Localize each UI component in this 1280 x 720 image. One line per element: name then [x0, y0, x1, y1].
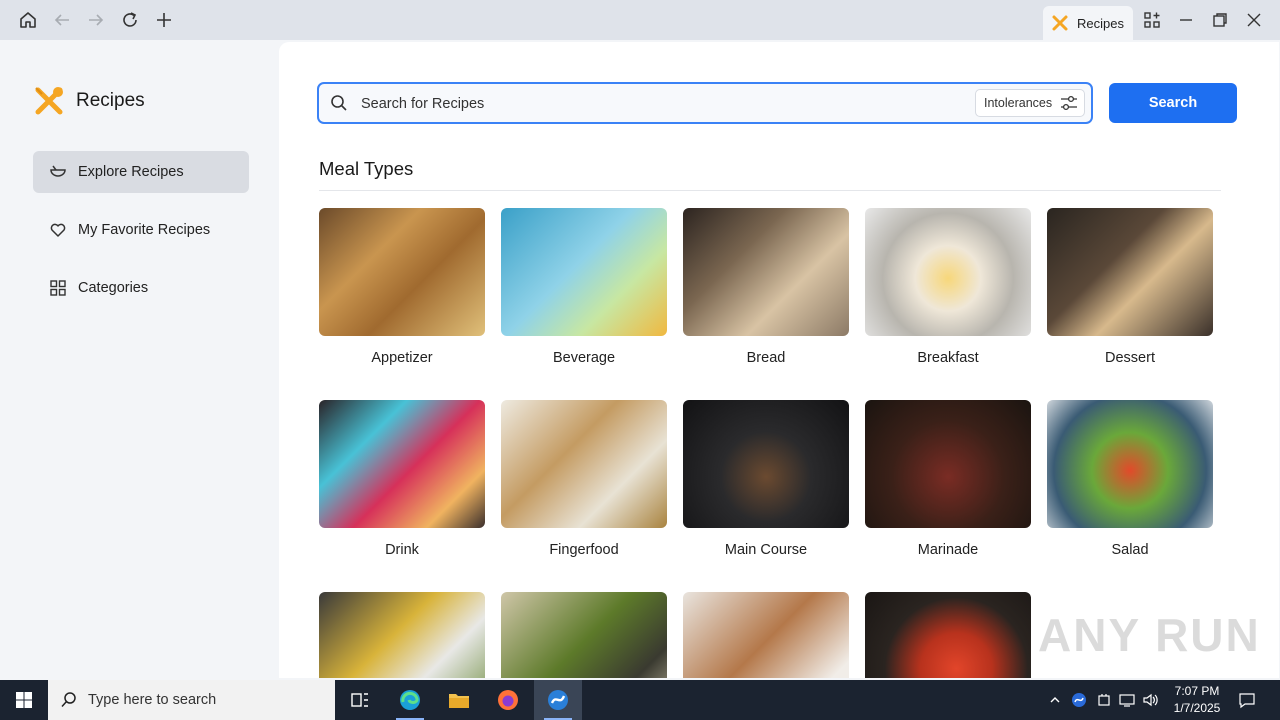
taskbar: Type here to search 7:07 PM 1/7/2025	[0, 680, 1280, 720]
meal-type-card-marinade[interactable]: Marinade	[865, 400, 1031, 558]
fingerfood-image	[501, 400, 667, 528]
grid-icon	[48, 278, 68, 298]
main-course-image	[683, 400, 849, 528]
search-icon	[330, 94, 348, 117]
forward-arrow-icon[interactable]	[82, 6, 110, 34]
browser-titlebar: Recipes	[0, 0, 1280, 40]
taskbar-clock[interactable]: 7:07 PM 1/7/2025	[1160, 683, 1234, 717]
sidebar-item-label: Explore Recipes	[78, 164, 184, 180]
firefox-icon[interactable]	[484, 680, 532, 720]
meal-type-card-soup[interactable]	[865, 592, 1031, 678]
watermark: ANY RUN	[1038, 609, 1261, 661]
meal-type-card-salad[interactable]: Salad	[1047, 400, 1213, 558]
meal-type-label: Marinade	[917, 542, 979, 558]
meal-type-label: Fingerfood	[549, 542, 619, 558]
meal-type-label: Main Course	[724, 542, 808, 558]
meal-type-card-main-course[interactable]: Main Course	[683, 400, 849, 558]
beverage-image	[501, 208, 667, 336]
app-window: Recipes Explore Recipes My Favorite Reci…	[0, 40, 1280, 680]
security-app-icon[interactable]	[1068, 680, 1090, 720]
search-icon	[60, 691, 78, 709]
back-arrow-icon[interactable]	[48, 6, 76, 34]
tab-label: Recipes	[1077, 15, 1124, 31]
appetizer-image	[319, 208, 485, 336]
search-input[interactable]	[359, 92, 963, 116]
sidebar-item-categories[interactable]: Categories	[33, 267, 249, 309]
edge-browser-icon[interactable]	[386, 680, 434, 720]
device-icon[interactable]	[1094, 680, 1114, 720]
meal-type-card-breakfast[interactable]: Breakfast	[865, 208, 1031, 366]
restore-icon[interactable]	[1206, 6, 1234, 34]
side-dish-image	[501, 592, 667, 678]
recipes-app-taskbar-icon[interactable]	[534, 680, 582, 720]
bread-image	[683, 208, 849, 336]
new-tab-icon[interactable]	[150, 6, 178, 34]
search-box: Intolerances	[317, 82, 1093, 124]
brand: Recipes	[32, 84, 145, 118]
divider	[319, 190, 1221, 191]
snack-image	[683, 592, 849, 678]
clock-time: 7:07 PM	[1174, 684, 1220, 698]
meal-type-label: Beverage	[552, 350, 616, 366]
drink-image	[319, 400, 485, 528]
app-title: Recipes	[76, 90, 145, 111]
soup-image	[865, 592, 1031, 678]
meal-type-label: Salad	[1111, 542, 1149, 558]
meal-type-label: Bread	[746, 350, 786, 366]
intolerances-label: Intolerances	[984, 96, 1053, 110]
filter-sliders-icon	[1060, 95, 1078, 114]
meal-type-card-beverage[interactable]: Beverage	[501, 208, 667, 366]
close-icon[interactable]	[1240, 6, 1268, 34]
breakfast-image	[865, 208, 1031, 336]
section-title-meal-types: Meal Types	[319, 158, 414, 179]
sauce-image	[319, 592, 485, 678]
home-icon[interactable]	[14, 6, 42, 34]
task-view-icon[interactable]	[336, 680, 384, 720]
windows-start-icon[interactable]	[0, 680, 48, 720]
dessert-image	[1047, 208, 1213, 336]
meal-type-card-bread[interactable]: Bread	[683, 208, 849, 366]
chevron-up-icon[interactable]	[1046, 680, 1064, 720]
network-icon[interactable]	[1116, 680, 1138, 720]
tab-recipes[interactable]: Recipes	[1043, 6, 1133, 40]
meal-type-card-drink[interactable]: Drink	[319, 400, 485, 558]
sidebar-item-my-favorite-recipes[interactable]: My Favorite Recipes	[33, 209, 249, 251]
marinade-image	[865, 400, 1031, 528]
sidebar: Recipes Explore Recipes My Favorite Reci…	[0, 40, 278, 680]
bowl-icon	[48, 162, 68, 182]
intolerances-button[interactable]: Intolerances	[975, 89, 1085, 117]
meal-type-label: Drink	[385, 542, 419, 558]
meal-type-card-side-dish[interactable]	[501, 592, 667, 678]
sidebar-item-label: My Favorite Recipes	[78, 222, 211, 238]
utensils-logo-icon	[32, 84, 66, 118]
meal-type-card-snack[interactable]	[683, 592, 849, 678]
taskbar-search-placeholder: Type here to search	[88, 692, 217, 708]
meal-type-card-fingerfood[interactable]: Fingerfood	[501, 400, 667, 558]
file-explorer-icon[interactable]	[435, 680, 483, 720]
utensils-icon	[1051, 14, 1069, 32]
meal-type-card-sauce[interactable]	[319, 592, 485, 678]
reload-icon[interactable]	[116, 6, 144, 34]
meal-type-label: Breakfast	[917, 350, 979, 366]
clock-date: 1/7/2025	[1173, 701, 1221, 715]
main-content: Intolerances Search Meal Types Appetizer…	[279, 42, 1279, 678]
notifications-icon[interactable]	[1234, 680, 1260, 720]
apps-icon[interactable]	[1138, 6, 1166, 34]
meal-type-label: Appetizer	[371, 350, 433, 366]
sidebar-item-explore-recipes[interactable]: Explore Recipes	[33, 151, 249, 193]
meal-type-card-dessert[interactable]: Dessert	[1047, 208, 1213, 366]
meal-type-card-appetizer[interactable]: Appetizer	[319, 208, 485, 366]
volume-icon[interactable]	[1140, 680, 1162, 720]
search-button[interactable]: Search	[1109, 83, 1237, 123]
meal-type-label: Dessert	[1105, 350, 1155, 366]
taskbar-search[interactable]: Type here to search	[48, 680, 335, 720]
heart-icon	[48, 220, 68, 240]
salad-image	[1047, 400, 1213, 528]
minimize-icon[interactable]	[1172, 6, 1200, 34]
sidebar-item-label: Categories	[78, 280, 149, 296]
